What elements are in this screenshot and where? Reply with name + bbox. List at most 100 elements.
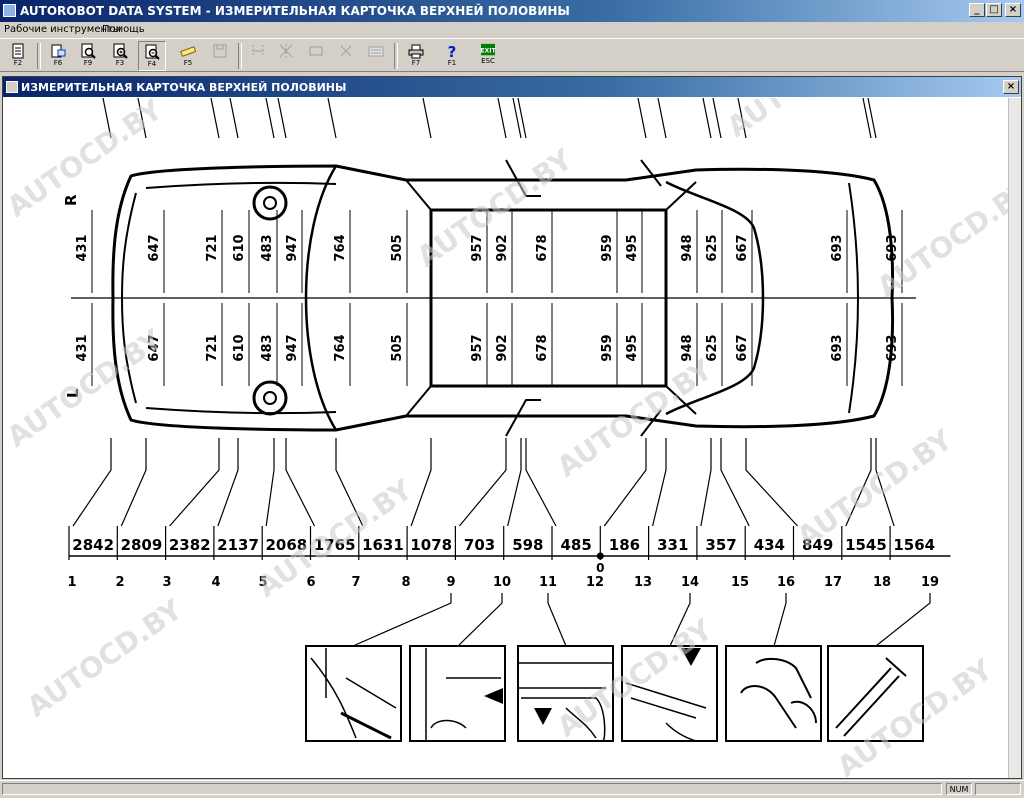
measure-points-icon xyxy=(252,45,264,57)
point-number-8: 8 xyxy=(401,575,410,590)
point-number-1: 1 xyxy=(67,575,76,590)
length-dim-2: 2809 xyxy=(121,536,163,554)
measurement-card-window: ИЗМЕРИТЕЛЬНАЯ КАРТОЧКА ВЕРХНЕЙ ПОЛОВИНЫ … xyxy=(2,76,1022,779)
status-num: NUM xyxy=(946,783,972,795)
x-measure-icon xyxy=(340,45,352,57)
print-preview-button[interactable]: F6 xyxy=(44,41,72,71)
detail-10 xyxy=(409,645,506,742)
maximize-button[interactable]: □ xyxy=(986,3,1002,17)
cross-measure-icon xyxy=(309,46,323,56)
vertical-scrollbar[interactable] xyxy=(1008,98,1021,778)
point-number-17: 17 xyxy=(824,575,842,590)
width-dim-label-13-right: 495 xyxy=(625,234,640,261)
point-number-2: 2 xyxy=(115,575,124,590)
width-dim-label-18-left: 693 xyxy=(885,334,900,361)
length-dim-4: 2137 xyxy=(217,536,259,554)
save-button[interactable] xyxy=(206,41,234,71)
length-dim-12: 186 xyxy=(609,536,640,554)
exit-button[interactable]: EXIT ESC xyxy=(474,41,502,71)
zoom-out-icon xyxy=(145,44,160,60)
measure-points-button[interactable] xyxy=(244,41,272,71)
document-title: ИЗМЕРИТЕЛЬНАЯ КАРТОЧКА ВЕРХНЕЙ ПОЛОВИНЫ xyxy=(21,81,347,94)
app-icon xyxy=(3,4,16,17)
width-dim-label-5-right: 483 xyxy=(260,234,275,261)
minimize-button[interactable]: _ xyxy=(969,3,985,17)
document-button[interactable]: F2 xyxy=(4,41,32,71)
detail-leader-lines xyxy=(352,593,931,647)
length-dim-9: 703 xyxy=(464,536,495,554)
svg-text:AUTOCD.BY: AUTOCD.BY xyxy=(551,352,719,483)
station-leader-10 xyxy=(507,98,522,527)
width-dim-label-16-left: 667 xyxy=(735,334,750,361)
app-title-bar: AUTOROBOT DATA SYSTEM - ИЗМЕРИТЕЛЬНАЯ КА… xyxy=(0,0,1024,22)
station-leader-15 xyxy=(712,98,750,527)
point-number-18: 18 xyxy=(873,575,891,590)
length-dim-10: 598 xyxy=(512,536,543,554)
x-measure-button[interactable] xyxy=(332,41,360,71)
width-dim-label-10-left: 902 xyxy=(495,334,510,361)
point-number-11: 11 xyxy=(539,575,557,590)
svg-text:?: ? xyxy=(448,43,457,59)
document-title-bar: ИЗМЕРИТЕЛЬНАЯ КАРТОЧКА ВЕРХНЕЙ ПОЛОВИНЫ … xyxy=(3,77,1021,97)
width-dim-label-15-left: 625 xyxy=(705,334,720,361)
save-icon xyxy=(213,44,227,58)
width-dim-label-17-right: 693 xyxy=(830,234,845,261)
width-dim-label-8-right: 505 xyxy=(390,234,405,261)
station-leader-14 xyxy=(700,98,712,527)
width-dim-label-11-right: 678 xyxy=(535,234,550,261)
ruler-icon xyxy=(180,46,196,57)
zero-label: 0 xyxy=(596,561,604,575)
length-dim-3: 2382 xyxy=(169,536,211,554)
keyboard-icon xyxy=(368,46,384,57)
document-icon xyxy=(12,43,24,59)
width-dim-label-6-left: 947 xyxy=(285,334,300,361)
length-dim-7: 1631 xyxy=(362,536,404,554)
station-leader-12 xyxy=(603,98,647,527)
point-number-7: 7 xyxy=(351,575,360,590)
point-number-15: 15 xyxy=(731,575,749,590)
width-dim-label-14-right: 948 xyxy=(680,234,695,261)
document-close-button[interactable]: × xyxy=(1003,80,1019,94)
zoom-out-button[interactable]: F4 xyxy=(138,41,166,71)
zoom-in-button[interactable]: F3 xyxy=(106,41,134,71)
width-dim-label-17-left: 693 xyxy=(830,334,845,361)
point-number-19: 19 xyxy=(921,575,939,590)
station-leader-2 xyxy=(120,98,147,527)
point-number-14: 14 xyxy=(681,575,699,590)
keyboard-button[interactable] xyxy=(362,41,390,71)
length-dim-13: 331 xyxy=(657,536,688,554)
measurement-drawing: 4314316476477217216106104834839479477647… xyxy=(6,98,1008,778)
svg-text:AUTOCD.BY: AUTOCD.BY xyxy=(21,592,189,723)
width-dim-label-5-left: 483 xyxy=(260,334,275,361)
point-number-4: 4 xyxy=(211,575,220,590)
magnifier-button[interactable]: F9 xyxy=(74,41,102,71)
status-bar: NUM xyxy=(0,780,1024,798)
station-leader-7 xyxy=(327,98,364,527)
width-dim-label-15-right: 625 xyxy=(705,234,720,261)
help-icon: ? xyxy=(448,43,457,59)
width-dim-label-1-right: 431 xyxy=(75,234,90,261)
app-title: AUTOROBOT DATA SYSTEM - ИЗМЕРИТЕЛЬНАЯ КА… xyxy=(20,4,570,18)
point-number-3: 3 xyxy=(162,575,171,590)
menu-help[interactable]: Помощь xyxy=(102,24,145,35)
width-dim-label-12-left: 959 xyxy=(600,334,615,361)
toolbar: F2 F6 F9 F3 F4 F5 F7 ? F1 EXIT ESC xyxy=(0,38,1024,72)
point-number-16: 16 xyxy=(777,575,795,590)
svg-text:AUTOCD.BY: AUTOCD.BY xyxy=(6,98,169,224)
measure-frame-button[interactable] xyxy=(272,41,300,71)
ruler-button[interactable]: F5 xyxy=(174,41,202,71)
cross-measure-button[interactable] xyxy=(302,41,330,71)
help-button[interactable]: ? F1 xyxy=(438,41,466,71)
close-button[interactable]: × xyxy=(1005,3,1021,17)
svg-text:AUTOCD.BY: AUTOCD.BY xyxy=(721,98,889,144)
zoom-in-icon xyxy=(113,43,128,59)
measurement-point-numbers: 1 2 3 4 5 6 7 8 9 10 11 12 13 14 15 16 17 18 19 xyxy=(67,575,939,590)
width-dim-label-6-right: 947 xyxy=(285,234,300,261)
right-side-label: R xyxy=(62,194,80,206)
station-leader-4 xyxy=(217,98,239,527)
station-leader-5 xyxy=(265,98,275,527)
station-leader-8 xyxy=(410,98,432,527)
printer-button[interactable]: F7 xyxy=(402,41,430,71)
station-leader-6 xyxy=(277,98,316,527)
detail-16 xyxy=(725,645,822,742)
